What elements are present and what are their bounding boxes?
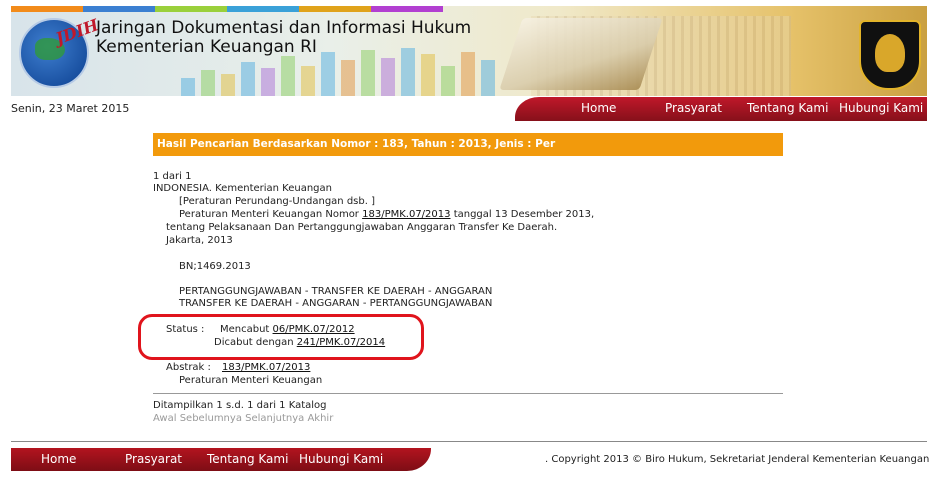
nav-home[interactable]: Home	[581, 101, 616, 115]
footer-nav-tentang-kami[interactable]: Tentang Kami	[207, 452, 288, 466]
result-title: Hasil Pencarian Berdasarkan Nomor : 183,…	[157, 138, 556, 150]
result-header-bar: Hasil Pencarian Berdasarkan Nomor : 183,…	[153, 133, 783, 156]
pager-links: Awal Sebelumnya Selanjutnya Akhir	[153, 413, 334, 424]
record-place: Jakarta, 2013	[166, 235, 233, 246]
pager-summary: Ditampilkan 1 s.d. 1 dari 1 Katalog	[153, 400, 327, 411]
site-title-line2: Kementerian Keuangan RI	[96, 37, 317, 57]
bottom-nav: Home Prasyarat Tentang Kami Hubungi Kami	[11, 448, 431, 471]
header-banner: JDIH Jaringan Dokumentasi dan Informasi …	[11, 6, 927, 96]
record-subject-2: TRANSFER KE DAERAH - ANGGARAN - PERTANGG…	[179, 298, 493, 309]
abstract-label: Abstrak :	[166, 362, 211, 373]
kemenkeu-emblem-icon	[859, 20, 921, 90]
status-highlight-annotation	[138, 314, 424, 360]
footer-nav-prasyarat[interactable]: Prasyarat	[125, 452, 182, 466]
pager: Ditampilkan 1 s.d. 1 dari 1 Katalog Awal…	[153, 399, 333, 425]
site-title: Jaringan Dokumentasi dan Informasi Hukum…	[96, 19, 471, 57]
regulation-number-link[interactable]: 183/PMK.07/2013	[362, 209, 450, 220]
record-origin: INDONESIA. Kementerian Keuangan	[153, 183, 332, 194]
current-date: Senin, 23 Maret 2015	[11, 102, 130, 115]
abstract-text: Peraturan Menteri Keuangan	[179, 375, 323, 386]
regulation-prefix: Peraturan Menteri Keuangan Nomor	[179, 209, 359, 220]
abstract-link-wrap: 183/PMK.07/2013	[222, 361, 310, 375]
nav-hubungi-kami[interactable]: Hubungi Kami	[839, 101, 923, 115]
copyright: . Copyright 2013 © Biro Hukum, Sekretari…	[545, 454, 932, 465]
record-category: [Peraturan Perundang-Undangan dsb. ]	[179, 196, 375, 207]
color-strip	[11, 6, 443, 12]
site-title-line1: Jaringan Dokumentasi dan Informasi Hukum	[96, 18, 472, 38]
record-bn: BN;1469.2013	[179, 261, 251, 272]
regulation-date: tanggal 13 Desember 2013,	[450, 209, 595, 220]
footer-nav-home[interactable]: Home	[41, 452, 76, 466]
book-image	[499, 18, 663, 90]
footer-nav-hubungi-kami[interactable]: Hubungi Kami	[299, 452, 383, 466]
footer-separator	[11, 441, 927, 442]
abstract-link[interactable]: 183/PMK.07/2013	[222, 362, 310, 373]
top-nav: Home Prasyarat Tentang Kami Hubungi Kami	[515, 97, 927, 121]
result-separator	[153, 393, 783, 394]
nav-prasyarat[interactable]: Prasyarat	[665, 101, 722, 115]
record-regulation: Peraturan Menteri Keuangan Nomor 183/PMK…	[179, 208, 594, 222]
nav-tentang-kami[interactable]: Tentang Kami	[747, 101, 828, 115]
record-about: tentang Pelaksanaan Dan Pertanggungjawab…	[166, 222, 558, 233]
